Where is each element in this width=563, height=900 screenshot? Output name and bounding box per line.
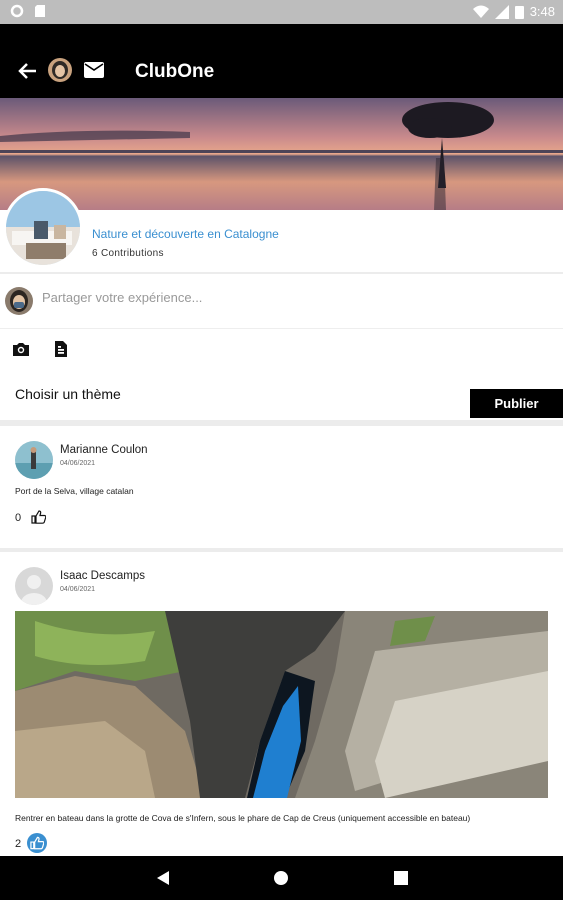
thumb-up-icon [30, 836, 44, 850]
user-avatar [5, 287, 33, 315]
publish-button[interactable]: Publier [470, 389, 563, 418]
wifi-icon [472, 5, 489, 18]
document-icon[interactable] [52, 340, 70, 358]
back-arrow-icon[interactable] [17, 62, 37, 80]
post-text: Port de la Selva, village catalan [15, 486, 134, 496]
post-text: Rentrer en bateau dans la grotte de Cova… [15, 813, 471, 823]
notification-circle-icon [10, 4, 24, 18]
author-avatar[interactable] [15, 441, 53, 479]
post-card: Isaac Descamps 04/06/2021 Rentrer en bat… [0, 552, 563, 856]
divider [0, 328, 563, 329]
like-count: 2 [15, 838, 22, 850]
author-name[interactable]: Isaac Descamps [60, 570, 145, 582]
thumb-up-icon[interactable] [31, 510, 46, 524]
group-avatar [3, 188, 83, 268]
contributions-count: 6 Contributions [92, 248, 164, 259]
post-card: Marianne Coulon 04/06/2021 Port de la Se… [0, 426, 563, 548]
author-name[interactable]: Marianne Coulon [60, 444, 148, 456]
sd-card-icon [35, 5, 45, 17]
home-circle-icon[interactable] [273, 870, 289, 886]
camera-icon[interactable] [12, 340, 30, 358]
back-triangle-icon[interactable] [155, 870, 171, 886]
battery-icon [514, 5, 524, 19]
app-bar: ClubOne [0, 24, 563, 98]
group-avatar-small[interactable] [48, 58, 72, 82]
choose-theme-selector[interactable]: Choisir un thème [15, 386, 121, 402]
share-experience-input[interactable]: Partager votre expérience... [42, 290, 202, 305]
post-image[interactable] [15, 611, 548, 798]
post-date: 04/06/2021 [60, 460, 96, 467]
group-info-card: Nature et découverte en Catalogne 6 Cont… [0, 210, 563, 272]
post-date: 04/06/2021 [60, 586, 96, 593]
like-count: 0 [15, 512, 22, 524]
recents-square-icon[interactable] [394, 871, 408, 885]
status-time: 3:48 [529, 4, 555, 19]
mail-icon[interactable] [84, 62, 104, 78]
compose-card: Partager votre expérience... Choisir un … [0, 274, 563, 420]
status-bar: 3:48 [0, 0, 563, 24]
group-name-link[interactable]: Nature et découverte en Catalogne [92, 227, 279, 241]
liked-thumb-button[interactable] [27, 833, 47, 853]
app-title: ClubOne [135, 61, 215, 82]
cover-image [0, 98, 563, 210]
author-avatar[interactable] [15, 567, 53, 605]
system-nav-bar [0, 856, 563, 900]
signal-icon [494, 4, 509, 19]
